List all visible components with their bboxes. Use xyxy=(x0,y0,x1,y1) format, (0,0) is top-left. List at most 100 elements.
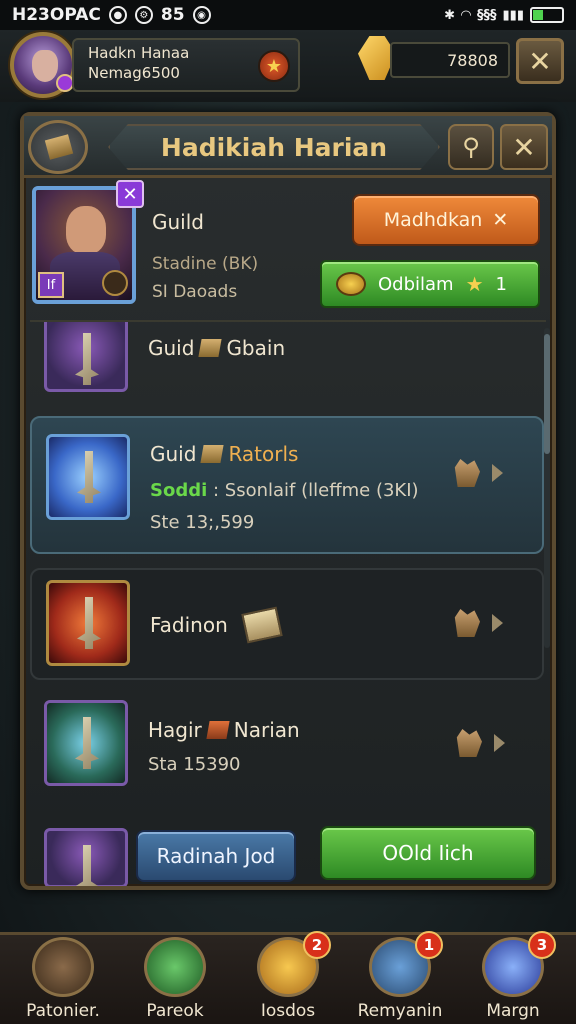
nav-label: Margn xyxy=(486,1001,540,1021)
player-subtitle: Nemag6500 xyxy=(88,64,180,82)
axe-icon xyxy=(77,597,101,649)
item-title: Guid Gbain xyxy=(148,336,285,360)
item-title: Hagir Narian xyxy=(148,718,300,742)
gem-icon xyxy=(206,721,230,739)
claim-action[interactable] xyxy=(452,606,522,640)
nav-item-iosdos[interactable]: 2 Iosdos xyxy=(233,931,343,1024)
list-item-selected[interactable]: Guid Ratorls Soddi : Ssonlaif (lleffme (… xyxy=(30,416,544,554)
top-bar: Hadkn Hanaa Nemag6500 ★ 78808 ✕ xyxy=(0,30,576,102)
search-icon: ⚲ xyxy=(462,133,480,161)
item-detail: Soddi : Ssonlaif (lleffme (3KI) xyxy=(150,480,419,501)
coin-icon xyxy=(336,272,366,296)
notification-icon: ● xyxy=(108,6,127,24)
item-thumbnail xyxy=(46,580,130,666)
app-icon: ◉ xyxy=(192,6,211,24)
chevron-right-icon xyxy=(494,734,505,752)
cannon-icon xyxy=(75,717,99,769)
status-extra: §§§ xyxy=(477,7,497,23)
sword-icon xyxy=(77,451,101,503)
rank-icon[interactable]: ★ xyxy=(258,50,290,82)
hero-head xyxy=(66,206,106,254)
currency-value: 78808 xyxy=(447,50,498,70)
remove-icon[interactable]: ✕ xyxy=(116,180,144,208)
item-title-b: Gbain xyxy=(226,336,286,360)
primary-action-button[interactable]: OOld Iich xyxy=(320,826,536,880)
knight-icon xyxy=(75,333,99,385)
signal-icon: ▮▮▮ xyxy=(502,7,524,23)
status-time: H23OPAC xyxy=(12,5,101,25)
list-bottom-row: Radinah Jod OOld Iich xyxy=(30,822,544,886)
item-thumbnail xyxy=(44,828,128,886)
claim-action[interactable] xyxy=(454,726,524,760)
item-title-a: Guid xyxy=(150,442,197,466)
secondary-action-button[interactable]: Radinah Jod xyxy=(136,830,296,882)
featured-line1: Stadine (BK) xyxy=(152,254,259,274)
bluetooth-icon: ✱ xyxy=(444,7,456,23)
nav-label: Patonier. xyxy=(26,1001,100,1021)
close-icon: ✕ xyxy=(512,130,536,164)
panel-title: Hadikiah Harian xyxy=(160,132,388,162)
search-button[interactable]: ⚲ xyxy=(448,124,494,170)
featured-name: Guild xyxy=(152,210,204,234)
chest-button[interactable] xyxy=(28,120,88,174)
profile-box[interactable]: Hadkn Hanaa Nemag6500 ★ xyxy=(72,38,300,92)
level-badge: If xyxy=(38,272,64,298)
item-title-b: Narian xyxy=(233,718,300,742)
scrollbar-thumb[interactable] xyxy=(544,334,550,454)
featured-line2: SI Daoads xyxy=(152,282,238,302)
money-icon xyxy=(241,606,283,644)
item-title: Guid Ratorls xyxy=(150,442,298,466)
currency-display: 78808 xyxy=(390,42,510,78)
hand-icon xyxy=(454,459,480,487)
item-thumbnail xyxy=(44,322,128,392)
nav-label: Pareok xyxy=(146,1001,204,1021)
panel-close-button[interactable]: ✕ xyxy=(500,124,548,170)
item-title-a: Guid xyxy=(148,336,195,360)
hand-icon xyxy=(456,729,482,757)
bottom-navigation: Patonier. Pareok 2 Iosdos 1 Remyanin 3 M… xyxy=(0,931,576,1024)
chest-icon xyxy=(198,339,223,357)
list-item[interactable]: Fadinon xyxy=(30,568,544,680)
item-stat: Sta 15390 xyxy=(148,754,241,775)
nav-item-remyanin[interactable]: 1 Remyanin xyxy=(345,931,455,1024)
chest-icon xyxy=(44,134,74,160)
player-avatar[interactable] xyxy=(10,32,76,98)
nav-label: Remyanin xyxy=(357,1001,443,1021)
claim-button[interactable]: Odbilam ★ 1 xyxy=(320,260,540,308)
list-item[interactable]: Guid Gbain xyxy=(30,322,544,410)
claim-button-label: Odbilam xyxy=(378,273,454,295)
item-thumbnail xyxy=(44,700,128,786)
featured-guild-card: If ✕ Guild Stadine (BK) SI Daoads Madhdk… xyxy=(32,180,544,316)
item-title: Fadinon xyxy=(150,606,283,644)
list-scrollbar[interactable] xyxy=(544,328,550,648)
chest-icon xyxy=(200,445,225,463)
activate-button[interactable]: Madhdkan ✕ xyxy=(352,194,540,246)
status-value: 85 xyxy=(160,5,185,25)
close-icon: ✕ xyxy=(528,44,552,78)
claim-action[interactable] xyxy=(452,456,522,490)
item-title-b: Ratorls xyxy=(228,442,299,466)
notification-badge: 2 xyxy=(303,931,331,959)
top-close-button[interactable]: ✕ xyxy=(516,38,564,84)
activate-button-label: Madhdkan xyxy=(383,209,483,231)
star-icon: ★ xyxy=(465,272,484,296)
claim-count: 1 xyxy=(495,273,507,295)
scroll-icon xyxy=(32,937,94,997)
chevron-right-icon xyxy=(492,614,503,632)
swords-icon: ✕ xyxy=(492,209,509,231)
notification-badge: 1 xyxy=(415,931,443,959)
chevron-right-icon xyxy=(492,464,503,482)
hand-icon xyxy=(454,609,480,637)
nav-item-pareok[interactable]: Pareok xyxy=(120,935,230,1024)
battery-icon xyxy=(530,7,564,23)
nav-label: Iosdos xyxy=(260,1001,316,1021)
nav-item-patonier[interactable]: Patonier. xyxy=(8,935,118,1024)
panel-header: Hadikiah Harian ⚲ ✕ xyxy=(24,116,552,178)
item-title-a: Fadinon xyxy=(150,613,228,637)
list-item[interactable]: Hagir Narian Sta 15390 xyxy=(30,692,544,810)
reward-list[interactable]: Guid Gbain Guid Ratorls Soddi : Ssonlaif… xyxy=(30,320,546,886)
player-name: Hadkn Hanaa xyxy=(88,44,190,62)
avatar-face xyxy=(32,50,58,82)
item-thumbnail xyxy=(46,434,130,520)
nav-item-margn[interactable]: 3 Margn xyxy=(458,931,568,1024)
